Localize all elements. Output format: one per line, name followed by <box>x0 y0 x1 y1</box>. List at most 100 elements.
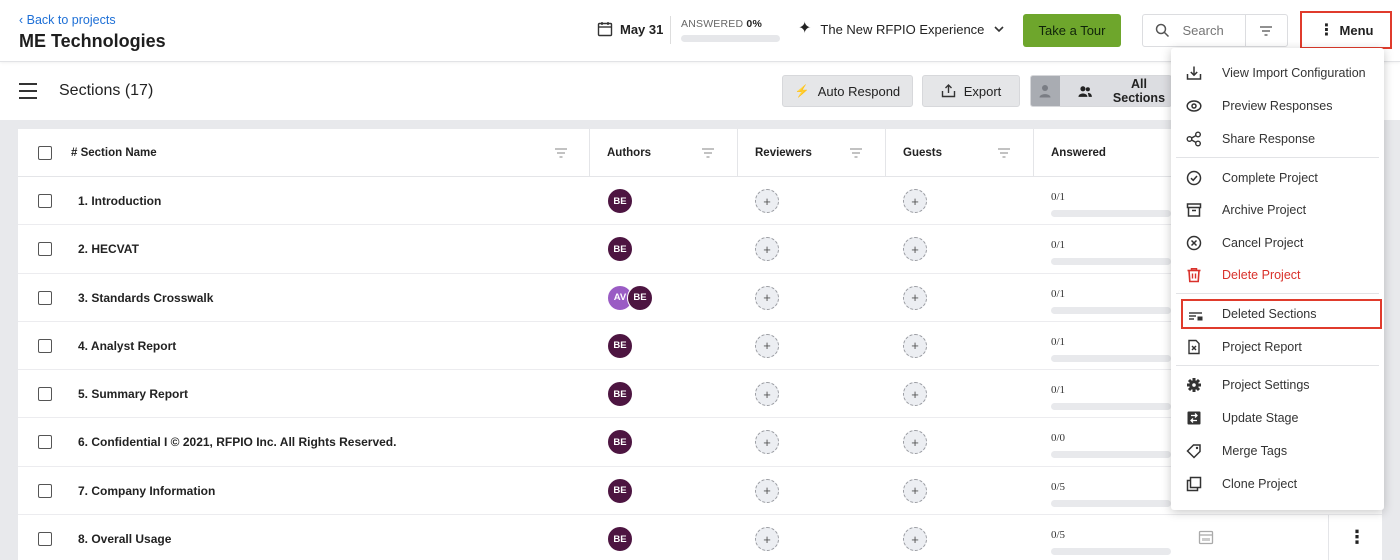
author-avatar[interactable]: BE <box>607 236 633 263</box>
menu-item-delete-project[interactable]: Delete Project <box>1171 260 1384 290</box>
calendar-icon[interactable] <box>1198 529 1214 545</box>
menu-item-share-response[interactable]: Share Response <box>1171 124 1384 154</box>
add-guest-button[interactable]: + <box>903 285 927 310</box>
answered-count: 0/1 <box>1051 191 1066 203</box>
row-checkbox[interactable] <box>38 435 52 450</box>
select-all-checkbox[interactable] <box>38 146 52 160</box>
table-row[interactable]: 8. Overall Usage BE + +0/5 ⋮ <box>18 515 1382 560</box>
menu-divider <box>1176 157 1379 158</box>
section-name[interactable]: 4. Analyst Report <box>78 322 176 370</box>
menu-item-update-stage[interactable]: Update Stage <box>1171 403 1384 433</box>
section-name[interactable]: 6. Confidential I © 2021, RFPIO Inc. All… <box>78 418 396 466</box>
col-header-section-name[interactable]: # Section Name <box>71 129 157 177</box>
add-reviewer-button[interactable]: + <box>755 382 779 407</box>
due-date[interactable]: May 31 <box>597 21 663 37</box>
answered-count: 0/5 <box>1051 529 1066 542</box>
add-reviewer-button[interactable]: + <box>755 237 779 262</box>
add-reviewer-cell: + <box>755 177 779 225</box>
add-reviewer-cell: + <box>755 322 779 370</box>
search-icon[interactable] <box>1143 23 1183 38</box>
section-name[interactable]: 1. Introduction <box>78 177 161 225</box>
add-reviewer-button[interactable]: + <box>755 527 779 552</box>
filter-icon[interactable] <box>554 147 568 159</box>
menu-item-label: View Import Configuration <box>1222 66 1366 80</box>
column-divider <box>1033 129 1034 177</box>
menu-button[interactable]: ⋮ Menu <box>1300 11 1392 49</box>
section-name[interactable]: 7. Company Information <box>78 467 215 515</box>
section-name[interactable]: 2. HECVAT <box>78 225 139 273</box>
author-avatar[interactable]: BE <box>607 526 633 553</box>
menu-item-project-settings[interactable]: Project Settings <box>1171 370 1384 400</box>
row-checkbox[interactable] <box>38 242 52 257</box>
author-avatar[interactable]: BE <box>607 332 633 359</box>
menu-item-merge-tags[interactable]: Merge Tags <box>1171 436 1384 466</box>
project-menu-dropdown: View Import Configuration Preview Respon… <box>1171 48 1384 510</box>
menu-item-view-import-configuration[interactable]: View Import Configuration <box>1171 58 1384 88</box>
row-checkbox[interactable] <box>38 532 52 547</box>
add-guest-button[interactable]: + <box>903 189 927 213</box>
export-label: Export <box>963 83 1002 99</box>
col-header-reviewers[interactable]: Reviewers <box>755 129 812 177</box>
col-header-answered[interactable]: Answered <box>1051 129 1106 177</box>
back-to-projects-link[interactable]: ‹ Back to projects <box>19 13 116 27</box>
author-avatar[interactable]: BE <box>607 381 633 408</box>
author-avatar[interactable]: BE <box>627 284 653 311</box>
experience-dropdown[interactable]: ✦ The New RFPIO Experience <box>798 21 1005 37</box>
row-checkbox[interactable] <box>38 387 52 402</box>
column-divider <box>885 129 886 177</box>
row-checkbox[interactable] <box>38 483 52 498</box>
section-name[interactable]: 8. Overall Usage <box>78 515 171 560</box>
menu-item-archive-project[interactable]: Archive Project <box>1171 195 1384 225</box>
filter-icon[interactable] <box>997 147 1011 159</box>
section-name[interactable]: 3. Standards Crosswalk <box>78 274 213 322</box>
menu-item-complete-project[interactable]: Complete Project <box>1171 163 1384 193</box>
row-kebab-icon[interactable]: ⋮ <box>1348 527 1366 548</box>
menu-button-label: Menu <box>1339 22 1374 38</box>
menu-item-cancel-project[interactable]: Cancel Project <box>1171 228 1384 258</box>
answered-count: 0/1 <box>1051 335 1066 348</box>
author-avatar[interactable]: BE <box>607 429 633 456</box>
add-reviewer-button[interactable]: + <box>755 189 779 213</box>
row-checkbox[interactable] <box>38 194 52 208</box>
col-header-guests[interactable]: Guests <box>903 129 942 177</box>
add-reviewer-button[interactable]: + <box>755 478 779 503</box>
add-reviewer-button[interactable]: + <box>755 285 779 310</box>
author-avatar[interactable]: BE <box>607 188 633 214</box>
row-checkbox[interactable] <box>38 290 52 305</box>
eye-icon <box>1186 100 1202 112</box>
menu-divider <box>1176 293 1379 294</box>
add-guest-button[interactable]: + <box>903 527 927 552</box>
stage-icon <box>1187 411 1201 425</box>
add-guest-button[interactable]: + <box>903 478 927 503</box>
section-name[interactable]: 5. Summary Report <box>78 370 188 418</box>
add-reviewer-button[interactable]: + <box>755 430 779 455</box>
add-reviewer-cell: + <box>755 467 779 515</box>
col-header-authors[interactable]: Authors <box>607 129 651 177</box>
add-guest-cell: + <box>903 274 927 322</box>
add-reviewer-button[interactable]: + <box>755 333 779 358</box>
row-checkbox-cell <box>38 225 52 273</box>
select-all-cell <box>38 129 52 177</box>
menu-item-label: Clone Project <box>1222 477 1298 491</box>
menu-item-deleted-sections[interactable]: Deleted Sections <box>1181 299 1382 329</box>
filter-icon[interactable] <box>1246 25 1288 37</box>
hamburger-menu-icon[interactable] <box>19 83 37 99</box>
export-button[interactable]: Export <box>922 75 1020 107</box>
add-guest-button[interactable]: + <box>903 237 927 262</box>
add-guest-button[interactable]: + <box>903 430 927 455</box>
filter-icon[interactable] <box>849 147 863 159</box>
add-guest-button[interactable]: + <box>903 333 927 358</box>
search-input[interactable] <box>1182 23 1245 38</box>
menu-item-clone-project[interactable]: Clone Project <box>1171 469 1384 499</box>
menu-item-project-report[interactable]: Project Report <box>1171 332 1384 362</box>
answered-count: 0/1 <box>1051 239 1066 252</box>
menu-item-preview-responses[interactable]: Preview Responses <box>1171 91 1384 121</box>
author-avatar[interactable]: BE <box>607 477 633 504</box>
filter-icon[interactable] <box>701 147 715 159</box>
add-guest-button[interactable]: + <box>903 382 927 407</box>
back-link-label[interactable]: Back to projects <box>27 13 116 27</box>
row-checkbox[interactable] <box>38 338 52 353</box>
all-sections-button[interactable]: All Sections <box>1030 75 1172 107</box>
auto-respond-button[interactable]: ⚡ Auto Respond <box>782 75 913 107</box>
take-a-tour-button[interactable]: Take a Tour <box>1023 14 1121 47</box>
